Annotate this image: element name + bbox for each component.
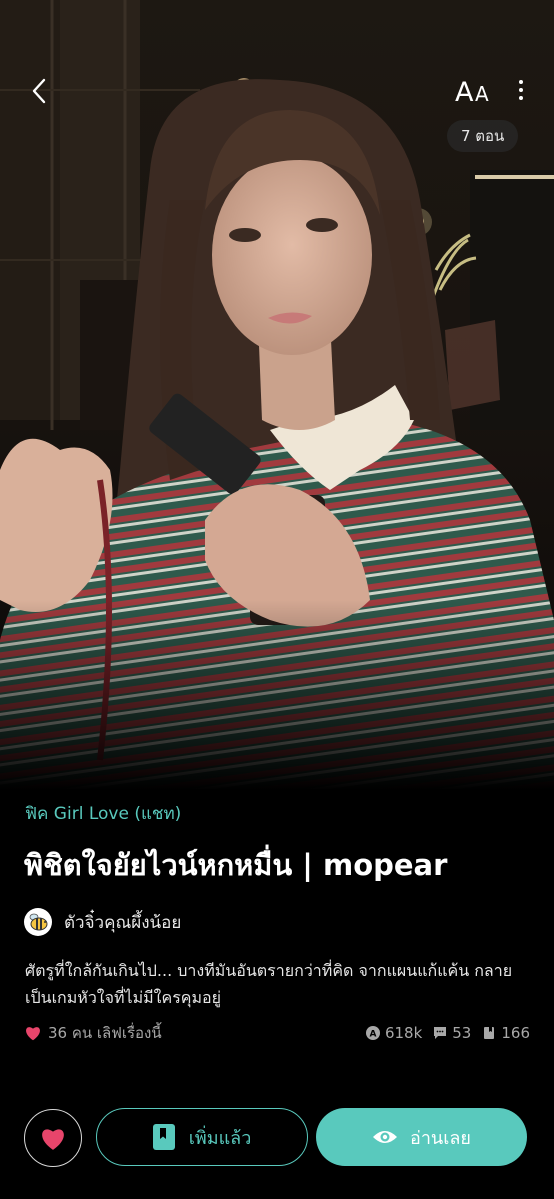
book-icon (152, 1124, 175, 1150)
bookmark-icon (484, 1027, 495, 1039)
story-synopsis: ศัตรูที่ใกล้กันเกินไป... บางทีมันอันตราย… (25, 961, 513, 1007)
added-to-library-button[interactable]: เพิ่มแล้ว (96, 1108, 308, 1166)
eye-icon (373, 1131, 398, 1143)
episode-count-badge[interactable]: 7 ตอน (447, 120, 519, 152)
story-stats: 36 คน เลิฟเรื่องนี้ A 618k 53 166 (24, 1021, 530, 1045)
heart-icon (26, 1027, 40, 1041)
font-size-button[interactable]: A A (452, 72, 496, 108)
svg-text:A: A (475, 82, 489, 106)
font-size-icon: A A (455, 77, 489, 108)
save-count-value: 166 (501, 1024, 530, 1042)
svg-text:A: A (455, 77, 474, 108)
comment-count: 53 (432, 1024, 471, 1042)
like-button[interactable] (24, 1109, 82, 1167)
cover-image (0, 0, 554, 790)
story-category[interactable]: ฟิค Girl Love (แชท) (25, 800, 181, 827)
chevron-left-icon (32, 78, 46, 104)
likes-summary: 36 คน เลิฟเรื่องนี้ (24, 1021, 162, 1045)
author-link[interactable]: ตัวจิ๋วคุณผึ้งน้อย (24, 907, 181, 937)
svg-text:A: A (369, 1030, 376, 1040)
comment-count-value: 53 (452, 1024, 472, 1042)
view-count-value: 618k (384, 1024, 423, 1042)
back-button[interactable] (22, 74, 56, 108)
more-vertical-icon-dot (519, 80, 523, 84)
view-count: A 618k (365, 1024, 422, 1042)
save-count: 166 (481, 1024, 530, 1042)
bee-avatar-icon (25, 909, 51, 935)
library-button-label: เพิ่มแล้ว (188, 1127, 252, 1149)
comment-icon (434, 1027, 447, 1039)
read-button-label: อ่านเลย (410, 1127, 471, 1149)
author-avatar (24, 908, 52, 936)
heart-icon (42, 1128, 64, 1150)
more-vertical-icon-dot (519, 96, 523, 100)
view-count-icon: A (365, 1026, 380, 1040)
read-now-button[interactable]: อ่านเลย (316, 1108, 527, 1166)
story-counts: A 618k 53 166 (365, 1024, 530, 1042)
author-name: ตัวจิ๋วคุณผึ้งน้อย (64, 912, 182, 933)
story-title: พิชิตใจยัยไวน์หกหมื่น | mopear (24, 848, 448, 882)
more-vertical-icon-dot (519, 88, 523, 92)
likes-text: 36 คน เลิฟเรื่องนี้ (48, 1024, 162, 1042)
story-detail-screen: A A 7 ตอน ฟิค Girl Love (แชท) พิชิตใจยัย… (0, 0, 554, 1199)
more-options-button[interactable] (508, 72, 534, 108)
